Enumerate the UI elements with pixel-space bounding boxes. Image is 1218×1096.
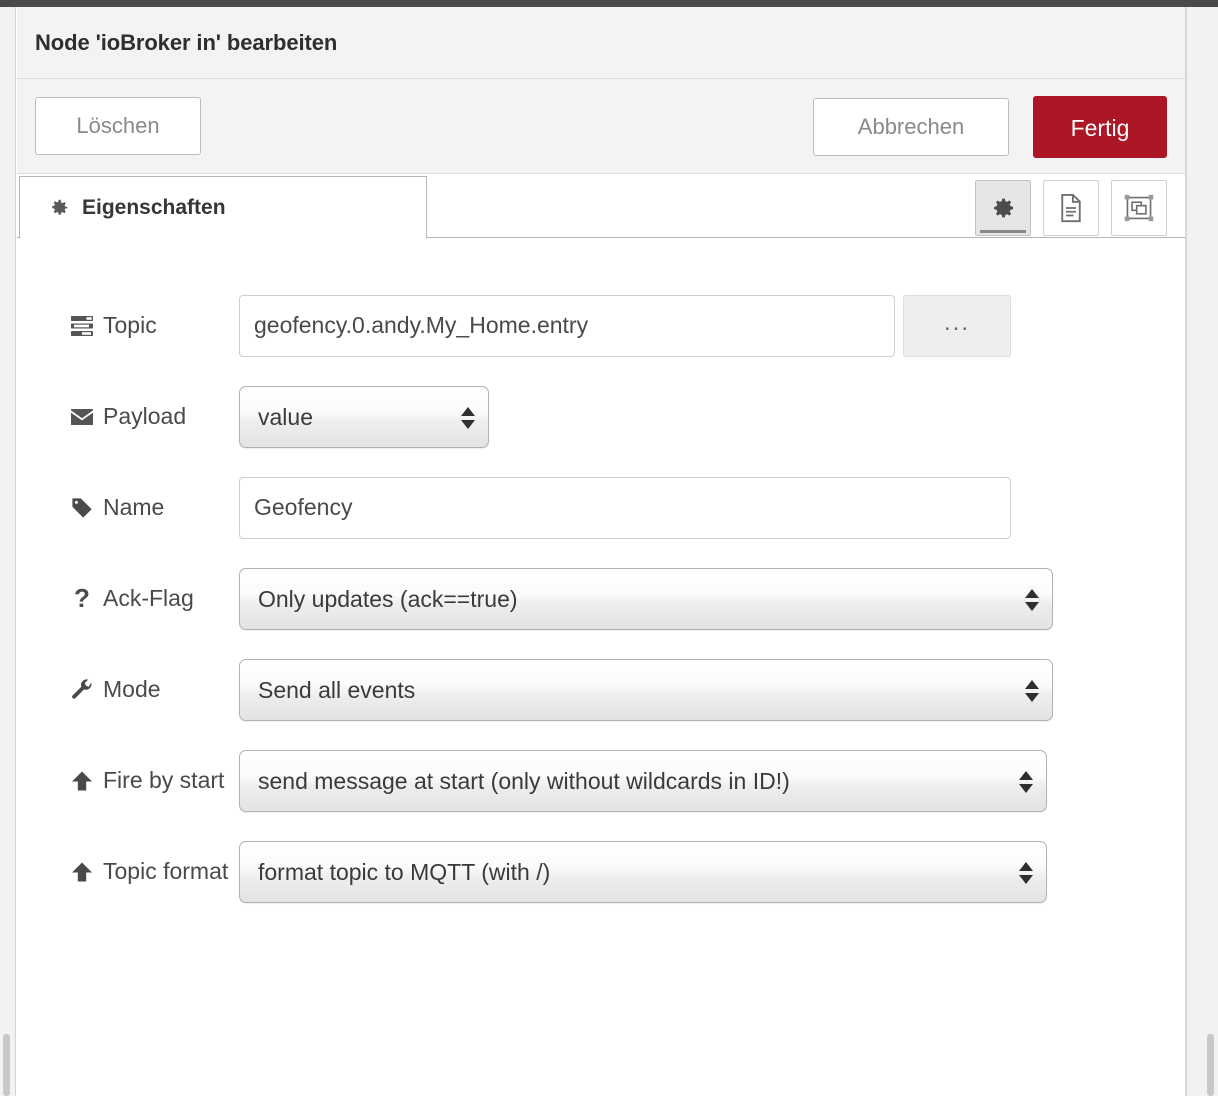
tag-icon bbox=[69, 497, 95, 519]
payload-label: Payload bbox=[103, 403, 187, 429]
fire-by-start-select-value: send message at start (only without wild… bbox=[258, 767, 790, 794]
select-arrows-icon bbox=[461, 387, 475, 447]
select-arrows-icon bbox=[1019, 842, 1033, 902]
name-label: Name bbox=[103, 494, 165, 520]
edit-node-dialog-window: Node 'ioBroker in' bearbeiten Löschen Ab… bbox=[0, 0, 1218, 1096]
dialog-toolbar: Löschen Abbrechen Fertig bbox=[17, 79, 1185, 174]
wrench-icon bbox=[69, 678, 95, 701]
topic-format-select-value: format topic to MQTT (with /) bbox=[258, 858, 551, 885]
appearance-button[interactable] bbox=[1111, 180, 1167, 236]
left-resize-gutter[interactable] bbox=[0, 7, 16, 1096]
tab-icon-buttons bbox=[975, 180, 1167, 236]
document-icon bbox=[1058, 193, 1084, 223]
name-field-group bbox=[239, 476, 1011, 539]
topic-field-group: ... bbox=[239, 294, 1011, 357]
cancel-button[interactable]: Abbrechen bbox=[813, 97, 1009, 156]
tab-eigenschaften[interactable]: Eigenschaften bbox=[19, 176, 427, 239]
delete-button[interactable]: Löschen bbox=[35, 97, 201, 155]
topic-format-field-group: format topic to MQTT (with /) bbox=[239, 840, 1047, 903]
topic-label-group: Topic bbox=[17, 312, 239, 339]
payload-field-group: value bbox=[239, 385, 489, 448]
properties-gear-button[interactable] bbox=[975, 180, 1031, 236]
form-row-payload: Payload value bbox=[17, 371, 1185, 462]
form-row-mode: Mode Send all events bbox=[17, 644, 1185, 735]
left-scroll-handle[interactable] bbox=[3, 1034, 10, 1096]
description-button[interactable] bbox=[1043, 180, 1099, 236]
fire-by-start-label: Fire by start bbox=[103, 767, 225, 793]
select-arrows-icon bbox=[1025, 660, 1039, 720]
ack-flag-label: Ack-Flag bbox=[103, 585, 194, 611]
gear-icon bbox=[990, 195, 1016, 221]
payload-select-value: value bbox=[258, 403, 313, 430]
dialog-title: Node 'ioBroker in' bearbeiten bbox=[35, 29, 338, 55]
mode-label-group: Mode bbox=[17, 676, 239, 703]
ack-flag-label-group: ? Ack-Flag bbox=[17, 583, 239, 614]
dialog-header: Node 'ioBroker in' bearbeiten bbox=[17, 7, 1185, 79]
done-button[interactable]: Fertig bbox=[1033, 95, 1167, 158]
topic-format-select[interactable]: format topic to MQTT (with /) bbox=[239, 840, 1047, 903]
form-row-ack-flag: ? Ack-Flag Only updates (ack==true) bbox=[17, 553, 1185, 644]
name-input[interactable] bbox=[239, 476, 1011, 539]
topic-label: Topic bbox=[103, 312, 157, 338]
form-row-name: Name bbox=[17, 462, 1185, 553]
topic-format-label-group: Topic format bbox=[17, 858, 239, 885]
tab-bar: Eigenschaften bbox=[17, 174, 1185, 239]
mode-select[interactable]: Send all events bbox=[239, 658, 1053, 721]
name-label-group: Name bbox=[17, 494, 239, 521]
tab-label: Eigenschaften bbox=[82, 195, 226, 219]
topic-browse-button[interactable]: ... bbox=[903, 294, 1011, 357]
gear-icon bbox=[48, 197, 70, 219]
right-scroll-handle[interactable] bbox=[1207, 1034, 1214, 1096]
payload-label-group: Payload bbox=[17, 403, 239, 430]
arrow-up-icon bbox=[69, 861, 95, 883]
select-arrows-icon bbox=[1025, 569, 1039, 629]
right-resize-gutter[interactable] bbox=[1186, 7, 1218, 1096]
layout-group-icon bbox=[1124, 194, 1154, 222]
dialog-action-buttons: Abbrechen Fertig bbox=[813, 79, 1167, 174]
window-top-bar bbox=[0, 0, 1218, 7]
payload-select[interactable]: value bbox=[239, 385, 489, 448]
ack-flag-select-value: Only updates (ack==true) bbox=[258, 585, 518, 612]
fire-by-start-field-group: send message at start (only without wild… bbox=[239, 749, 1047, 812]
properties-form: Topic ... Payload bbox=[17, 238, 1185, 917]
form-row-topic: Topic ... bbox=[17, 280, 1185, 371]
edit-dialog: Node 'ioBroker in' bearbeiten Löschen Ab… bbox=[17, 7, 1186, 1096]
topic-input[interactable] bbox=[239, 294, 895, 357]
arrow-up-icon bbox=[69, 770, 95, 792]
form-row-fire-by-start: Fire by start send message at start (onl… bbox=[17, 735, 1185, 826]
topic-format-label: Topic format bbox=[103, 858, 229, 884]
mode-select-value: Send all events bbox=[258, 676, 416, 703]
question-mark-icon: ? bbox=[74, 583, 90, 613]
envelope-icon bbox=[69, 408, 95, 426]
tasks-icon bbox=[69, 315, 95, 337]
ack-flag-select[interactable]: Only updates (ack==true) bbox=[239, 567, 1053, 630]
ack-flag-field-group: Only updates (ack==true) bbox=[239, 567, 1053, 630]
mode-label: Mode bbox=[103, 676, 161, 702]
fire-by-start-label-group: Fire by start bbox=[17, 767, 239, 794]
form-row-topic-format: Topic format format topic to MQTT (with … bbox=[17, 826, 1185, 917]
mode-field-group: Send all events bbox=[239, 658, 1053, 721]
fire-by-start-select[interactable]: send message at start (only without wild… bbox=[239, 749, 1047, 812]
select-arrows-icon bbox=[1019, 751, 1033, 811]
